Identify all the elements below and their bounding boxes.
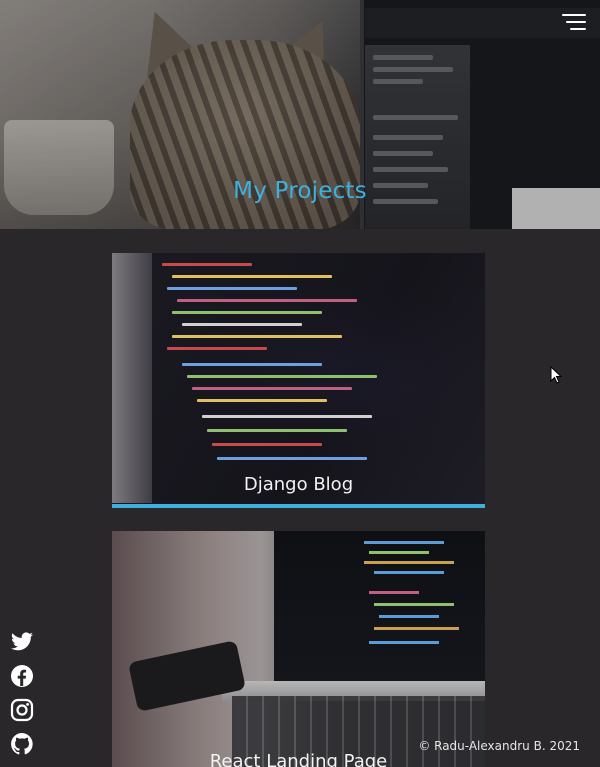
instagram-icon[interactable] (10, 698, 34, 722)
monitor-bezel (112, 253, 152, 503)
mouse-cursor-icon (550, 366, 562, 384)
project-card-react-landing-page[interactable]: React Landing Page (112, 531, 485, 767)
project-card-django-blog[interactable]: Django Blog (112, 253, 485, 508)
footer-copyright: © Radu-Alexandru B. 2021 (418, 739, 580, 753)
active-underline (112, 504, 485, 508)
social-links (10, 630, 36, 766)
project-title: Django Blog (243, 474, 354, 495)
twitter-icon[interactable] (10, 630, 34, 654)
laptop-screen (274, 531, 485, 691)
facebook-icon[interactable] (10, 664, 34, 688)
project-thumbnail-code (112, 253, 485, 508)
hero-banner: My Projects (0, 0, 600, 229)
hamburger-menu-icon[interactable] (562, 14, 586, 32)
project-title: React Landing Page (209, 751, 388, 767)
github-icon[interactable] (10, 732, 34, 756)
page-title: My Projects (233, 178, 367, 204)
